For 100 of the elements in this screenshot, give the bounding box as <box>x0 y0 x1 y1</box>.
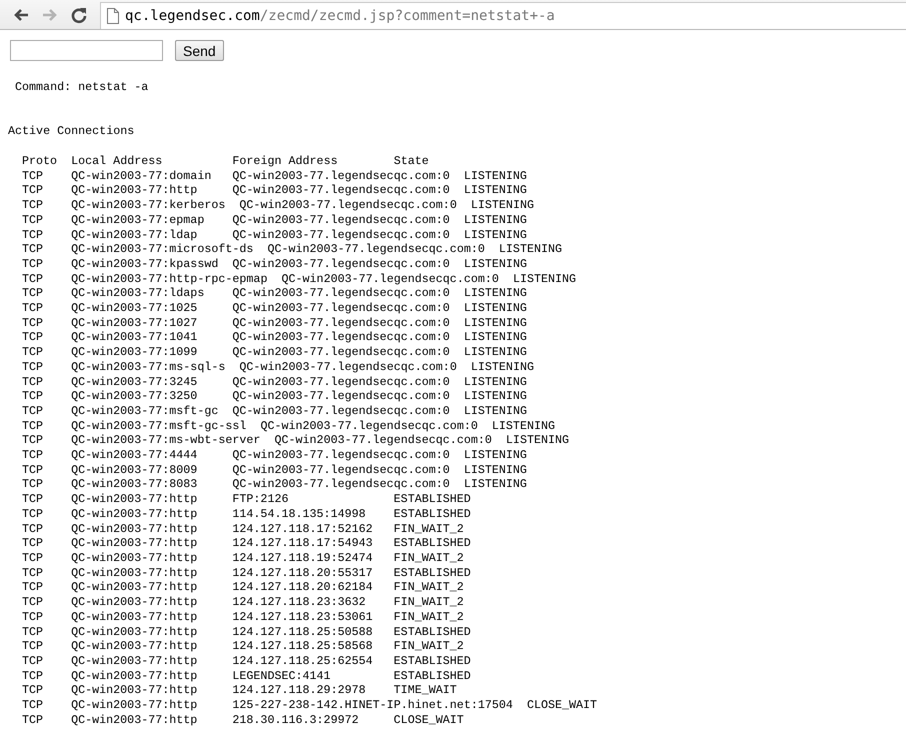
send-button[interactable]: Send <box>175 40 224 61</box>
table-cell-text: TCP <box>22 345 44 360</box>
table-cell-text: TCP <box>22 580 44 596</box>
table-cell-text: TCP <box>22 536 44 551</box>
table-cell-text: 114.54.18.135:14998 <box>232 506 367 522</box>
url-path: /zecmd/zecmd.jsp?comment=netstat+-a <box>260 8 555 24</box>
table-cell: LISTENING <box>464 477 527 492</box>
table-cell-text: QC-win2003-77:http <box>71 610 198 624</box>
table-cell: LISTENING <box>464 286 527 302</box>
table-cell-text: 124.127.118.17:52162 <box>232 522 374 536</box>
table-cell-text: TCP <box>22 550 44 566</box>
table-cell-text: TCP <box>22 610 44 624</box>
table-cell-text: TCP <box>22 506 44 522</box>
table-cell-text: TCP <box>22 168 44 184</box>
table-cell-text: TCP <box>22 374 44 390</box>
table-cell: QC-win2003-77:kerberos <box>71 198 226 213</box>
table-cell: LISTENING <box>464 212 527 228</box>
table-cell: QC-win2003-77.legendsecqc.com:0 <box>232 345 450 360</box>
table-cell: QC-win2003-77.legendsecqc.com:0 <box>232 316 450 330</box>
table-cell-text: TCP <box>22 389 44 404</box>
table-cell: QC-win2003-77.legendsecqc.com:0 <box>232 462 450 478</box>
table-cell: QC-win2003-77:ms-sql-s <box>71 360 226 375</box>
column-header: Local Address <box>71 154 164 169</box>
table-cell-text: TCP <box>22 404 44 419</box>
table-cell: LISTENING <box>470 198 534 213</box>
table-cell-text: QC-win2003-77:1027 <box>71 316 198 330</box>
table-cell-text: QC-win2003-77:1025 <box>71 301 198 316</box>
table-cell-text: 124.127.118.23:3632 <box>232 595 367 610</box>
table-cell: QC-win2003-77.legendsecqc.com:0 <box>232 301 450 316</box>
table-cell: QC-win2003-77:msft-gc <box>71 404 218 419</box>
table-cell-text: TCP <box>22 418 44 434</box>
table-cell-text: QC-win2003-77:http <box>71 624 198 640</box>
table-cell: ESTABLISHED <box>394 624 471 640</box>
table-cell-text: QC-win2003-77:http <box>71 698 198 713</box>
url-host: qc.legendsec.com <box>125 8 260 24</box>
table-cell: QC-win2003-77.legendsecqc.com:0 <box>232 330 450 346</box>
table-cell-text: QC-win2003-77:ldaps <box>71 286 206 302</box>
table-cell: LISTENING <box>492 418 556 434</box>
table-cell: QC-win2003-77.legendsecqc.com:0 <box>232 477 450 492</box>
table-cell: LISTENING <box>464 448 527 463</box>
table-cell: QC-win2003-77.legendsecqc.com:0 <box>232 286 450 302</box>
table-cell-text: TCP <box>22 522 44 536</box>
table-cell: FIN_WAIT_2 <box>394 580 464 596</box>
table-cell-text: QC-win2003-77:domain <box>71 168 212 184</box>
table-cell: QC-win2003-77:kpasswd <box>71 256 218 272</box>
table-cell-text: TCP <box>22 462 44 478</box>
table-cell-text: TCP <box>22 698 44 713</box>
table-cell: QC-win2003-77:ms-wbt-server <box>71 433 260 448</box>
command-input-field[interactable] <box>10 40 163 61</box>
table-cell-text: 124.127.118.20:55317 <box>232 566 374 580</box>
command-text: Command: netstat -a <box>15 80 150 94</box>
table-cell-text: TCP <box>22 272 44 286</box>
table-cell: QC-win2003-77:microsoft-ds <box>71 242 254 257</box>
table-cell-text: TCP <box>22 712 44 728</box>
table-cell: QC-win2003-77.legendsecqc.com:0 <box>232 389 450 404</box>
table-cell-text: 124.127.118.25:62554 <box>232 654 374 669</box>
table-cell-text: TCP <box>22 183 44 198</box>
table-cell: FIN_WAIT_2 <box>394 595 464 610</box>
table-cell: QC-win2003-77.legendsecqc.com:0 <box>232 374 450 390</box>
table-cell: LISTENING <box>464 330 527 346</box>
table-cell: FIN_WAIT_2 <box>394 639 464 654</box>
table-cell-text: 124.127.118.19:52474 <box>232 550 374 566</box>
table-cell-text: QC-win2003-77:8083 <box>71 477 198 492</box>
table-cell: QC-win2003-77.legendsecqc.com:0 <box>267 242 485 257</box>
table-cell-text: QC-win2003-77:http <box>71 566 198 580</box>
table-cell-text: 124.127.118.25:58568 <box>232 639 374 654</box>
reload-icon[interactable] <box>70 6 88 24</box>
table-cell: LISTENING <box>470 360 534 375</box>
page-icon <box>107 8 119 24</box>
table-cell: LISTENING <box>506 433 570 448</box>
address-bar[interactable]: qc.legendsec.com/zecmd/zecmd.jsp?comment=netstat+-a <box>100 2 906 29</box>
table-cell: LISTENING <box>464 389 527 404</box>
table-cell: FIN_WAIT_2 <box>394 522 464 536</box>
table-cell-text: TCP <box>22 433 44 448</box>
table-cell-text: QC-win2003-77:3250 <box>71 389 198 404</box>
table-cell-text: QC-win2003-77:http <box>71 712 198 728</box>
table-cell: QC-win2003-77.legendsecqc.com:0 <box>232 183 450 198</box>
table-cell-text: QC-win2003-77:8009 <box>71 462 198 478</box>
table-cell-text: QC-win2003-77:epmap <box>71 212 206 228</box>
table-cell: QC-win2003-77.legendsecqc.com:0 <box>260 418 478 434</box>
table-cell-text: LEGENDSEC:4141 <box>232 668 332 684</box>
table-cell-text: 124.127.118.25:50588 <box>232 624 374 640</box>
table-cell-text: QC-win2003-77:http <box>71 595 198 610</box>
table-cell-text: QC-win2003-77:http <box>71 580 198 596</box>
table-cell-text: TCP <box>22 448 44 463</box>
table-cell: LISTENING <box>464 168 527 184</box>
table-cell: QC-win2003-77.legendsecqc.com:0 <box>232 168 450 184</box>
table-cell-text: TCP <box>22 477 44 492</box>
table-cell: QC-win2003-77.legendsecqc.com:0 <box>281 272 499 286</box>
table-cell: QC-win2003-77.legendsecqc.com:0 <box>239 360 457 375</box>
table-cell-text: QC-win2003-77:http <box>71 683 198 698</box>
table-cell: LISTENING <box>464 462 527 478</box>
table-cell-text: QC-win2003-77:ldap <box>71 228 198 242</box>
table-cell-text: QC-win2003-77:http <box>71 668 198 684</box>
table-cell-text: TCP <box>22 624 44 640</box>
table-cell-text: 218.30.116.3:29972 <box>232 712 360 728</box>
table-cell: QC-win2003-77.legendsecqc.com:0 <box>232 448 450 463</box>
table-cell-text: QC-win2003-77:3245 <box>71 374 198 390</box>
table-cell-text: QC-win2003-77:http <box>71 183 198 198</box>
table-cell-text: TCP <box>22 683 44 698</box>
